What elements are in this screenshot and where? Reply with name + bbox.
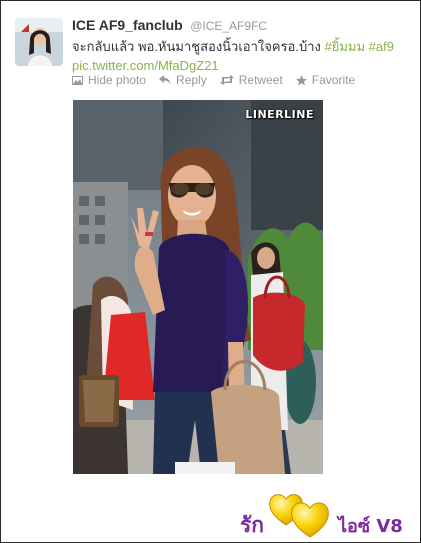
photo-watermark: LINERLINE — [245, 108, 314, 121]
favorite-button[interactable]: Favorite — [295, 73, 356, 87]
user-handle[interactable]: @ICE_AF9FC — [190, 19, 267, 33]
reply-label: Reply — [176, 73, 207, 87]
hearts-icon — [269, 494, 329, 538]
reply-button[interactable]: Reply — [159, 73, 207, 87]
hashtag-link[interactable]: #ยิ้มมม — [324, 39, 365, 54]
tweet-header: ICE AF9_fanclub @ICE_AF9FC — [72, 17, 267, 35]
star-icon — [295, 74, 307, 85]
retweet-icon — [219, 75, 234, 85]
hide-photo-label: Hide photo — [88, 73, 147, 87]
hashtag-link[interactable]: #af9 — [369, 39, 394, 54]
footer-caption-left: รัก — [240, 513, 264, 537]
favorite-label: Favorite — [311, 73, 356, 87]
retweet-label: Retweet — [238, 73, 283, 87]
avatar[interactable] — [15, 18, 63, 66]
tweet-text: จะกลับแล้ว พอ.หันมาชูสองนิ้วเอาใจครอ.บ้า… — [72, 37, 412, 75]
tweet-actions: Hide photo Reply Retweet Favorite — [72, 73, 355, 87]
footer-caption-right: ไอซ์ V8 — [338, 516, 403, 537]
attached-photo[interactable]: LINERLINE — [73, 100, 323, 474]
photo-link[interactable]: pic.twitter.com/MfaDgZ21 — [72, 58, 219, 73]
tweet-card: ICE AF9_fanclub @ICE_AF9FC จะกลับแล้ว พอ… — [0, 0, 421, 543]
reply-icon — [159, 75, 171, 85]
hide-photo-button[interactable]: Hide photo — [72, 73, 146, 87]
retweet-button[interactable]: Retweet — [219, 73, 283, 87]
tweet-body-text: จะกลับแล้ว พอ.หันมาชูสองนิ้วเอาใจครอ.บ้า… — [72, 39, 325, 54]
display-name[interactable]: ICE AF9_fanclub — [72, 17, 183, 33]
photo-icon — [72, 75, 83, 85]
